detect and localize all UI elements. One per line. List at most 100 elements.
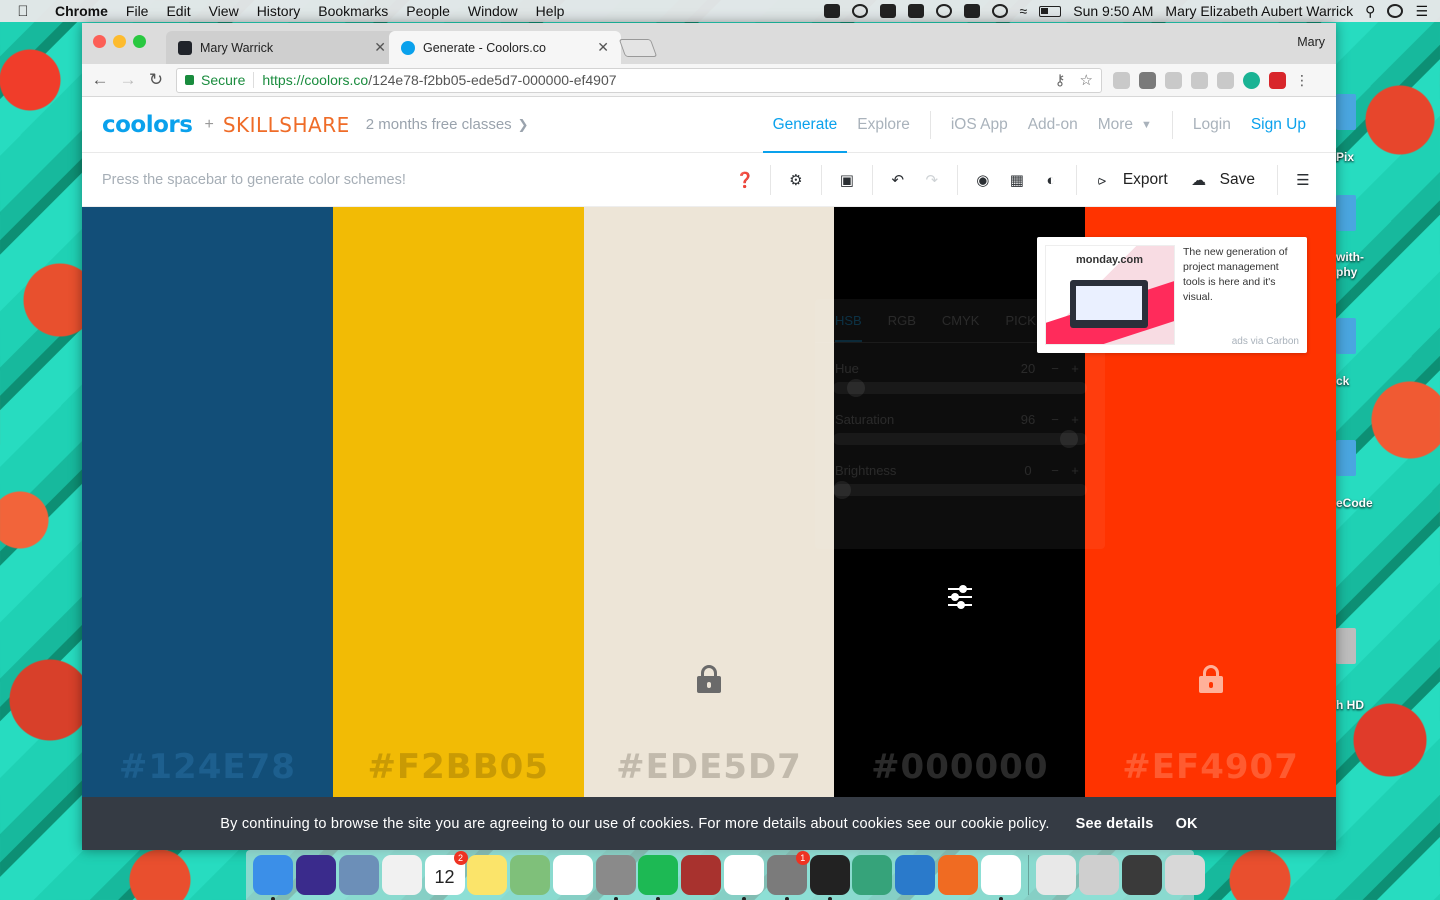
hue-value[interactable]: 20 — [1011, 361, 1045, 376]
nav-sign-up[interactable]: Sign Up — [1241, 97, 1316, 153]
chrome-menu-icon[interactable]: ⋮ — [1295, 72, 1309, 89]
adjust-sliders-icon[interactable] — [946, 583, 974, 611]
carbon-ad[interactable]: monday.com The new generation of project… — [1037, 237, 1307, 353]
dock-terminal-icon[interactable] — [809, 855, 850, 900]
hex-code[interactable]: #124E78 — [82, 747, 333, 787]
dock-system-preferences-icon[interactable]: 1 — [766, 851, 810, 900]
mail-icon[interactable] — [907, 4, 924, 18]
brightness-value[interactable]: 0 — [1011, 463, 1045, 478]
hue-slider[interactable] — [833, 379, 1087, 397]
menu-help[interactable]: Help — [527, 3, 574, 19]
lock-icon[interactable] — [696, 665, 721, 693]
nav-ios-app[interactable]: iOS App — [941, 97, 1018, 153]
reload-icon[interactable]: ↻ — [142, 70, 170, 90]
nav-login[interactable]: Login — [1183, 97, 1241, 153]
dock-calculator-icon[interactable] — [595, 855, 636, 900]
address-bar[interactable]: Secure https://coolors.co /124e78-f2bb05… — [176, 67, 1102, 93]
menu-edit[interactable]: Edit — [157, 3, 199, 19]
extension-icon[interactable] — [1165, 71, 1182, 89]
slider-thumb[interactable] — [1059, 430, 1078, 448]
tab-rgb[interactable]: RGB — [888, 313, 916, 342]
skillshare-logo[interactable]: SKILLSHARE — [223, 113, 350, 137]
star-icon[interactable]: ☆ — [1080, 71, 1093, 89]
export-button[interactable]: Export — [1123, 171, 1168, 189]
dock-desktop-stack-icon[interactable] — [1122, 855, 1163, 895]
close-window-button[interactable] — [93, 35, 106, 48]
evernote-extension-icon[interactable] — [1139, 71, 1156, 89]
dock-notes-icon[interactable] — [467, 855, 508, 895]
momentum-extension-icon[interactable] — [1243, 71, 1260, 89]
tab-mary-warrick[interactable]: Mary Warrick ✕ — [166, 31, 398, 64]
hex-code[interactable]: #F2BB05 — [333, 747, 584, 787]
hamburger-menu-icon[interactable]: ☰ — [1286, 171, 1320, 189]
plus-icon[interactable]: + — [1065, 361, 1085, 376]
desktop-file-icon[interactable] — [1336, 628, 1356, 664]
saturation-slider[interactable] — [833, 430, 1087, 448]
pdf-extension-icon[interactable] — [1269, 71, 1286, 89]
share-icon[interactable]: ⪧ — [1085, 172, 1119, 189]
desktop-file-icon[interactable] — [1336, 195, 1356, 231]
notification-center-icon[interactable]: ☰ — [1415, 3, 1428, 20]
menu-window[interactable]: Window — [459, 3, 527, 19]
plus-icon[interactable]: + — [1065, 412, 1085, 427]
profile-button[interactable]: Mary — [1297, 35, 1325, 49]
coolors-logo[interactable]: coolors — [102, 112, 193, 138]
dock-spotify-icon[interactable] — [638, 855, 679, 900]
grid-icon[interactable]: ▦ — [1000, 171, 1034, 189]
save-button[interactable]: Save — [1220, 171, 1255, 189]
menu-history[interactable]: History — [248, 3, 310, 19]
hex-code[interactable]: #EDE5D7 — [584, 747, 835, 787]
back-icon[interactable]: ← — [86, 70, 114, 90]
desktop-file-icon[interactable] — [1336, 94, 1356, 130]
dock-pages-icon[interactable] — [937, 855, 978, 895]
undo-icon[interactable]: ↶ — [881, 171, 915, 189]
dropbox-icon[interactable] — [823, 4, 840, 18]
dock-maps-icon[interactable] — [510, 855, 551, 895]
dock-textedit-icon[interactable] — [381, 855, 422, 895]
redo-icon[interactable]: ↷ — [915, 171, 949, 189]
hex-code[interactable]: #EF4907 — [1085, 747, 1336, 787]
extension-icon[interactable] — [1217, 71, 1234, 89]
battery-icon[interactable] — [1039, 5, 1062, 17]
dock-calendar-icon[interactable]: 12 2 — [424, 851, 468, 895]
close-tab-icon[interactable]: ✕ — [374, 39, 386, 56]
saturation-value[interactable]: 96 — [1011, 412, 1045, 427]
new-tab-button[interactable] — [618, 39, 658, 57]
menu-people[interactable]: People — [397, 3, 459, 19]
spotlight-icon[interactable]: ⚲ — [1365, 3, 1375, 20]
camera-icon[interactable]: ▣ — [830, 171, 864, 189]
ad-text[interactable]: The new generation of project management… — [1183, 245, 1301, 305]
forward-icon[interactable]: → — [114, 70, 142, 90]
dock-preview-icon[interactable] — [338, 855, 379, 895]
lock-icon[interactable] — [1198, 665, 1223, 693]
brightness-slider[interactable] — [833, 481, 1087, 499]
desktop-file-icon[interactable] — [1336, 318, 1356, 354]
evernote-icon[interactable] — [879, 4, 896, 18]
minimize-window-button[interactable] — [113, 35, 126, 48]
menu-chrome[interactable]: Chrome — [46, 3, 117, 19]
ad-attribution[interactable]: ads via Carbon — [1232, 336, 1299, 347]
skype-icon[interactable] — [935, 4, 952, 18]
color-column-2[interactable]: #F2BB05 — [332, 207, 584, 797]
dock-downloads-icon[interactable] — [1079, 855, 1120, 895]
settings-icon[interactable]: ⚙ — [779, 171, 813, 189]
zoom-window-button[interactable] — [133, 35, 146, 48]
tab-cmyk[interactable]: CMYK — [942, 313, 980, 342]
see-details-link[interactable]: See details — [1076, 816, 1154, 832]
dock-sublime-icon[interactable] — [980, 855, 1021, 900]
menu-view[interactable]: View — [200, 3, 248, 19]
key-icon[interactable]: ⚷ — [1055, 71, 1066, 89]
minus-icon[interactable]: − — [1045, 412, 1065, 427]
clock[interactable]: Sun 9:50 AM — [1073, 3, 1153, 19]
nav-explore[interactable]: Explore — [847, 97, 920, 153]
contrast-icon[interactable]: ◐ — [1034, 172, 1068, 189]
airplay-icon[interactable] — [963, 4, 980, 18]
desktop-file-icon[interactable] — [1336, 440, 1356, 476]
close-tab-icon[interactable]: ✕ — [597, 39, 609, 56]
dock-siri-icon[interactable] — [296, 855, 337, 895]
plus-icon[interactable]: + — [1065, 463, 1085, 478]
dock-photos-icon[interactable] — [552, 855, 593, 895]
promo-link[interactable]: 2 months free classes ❯ — [366, 116, 529, 133]
minus-icon[interactable]: − — [1045, 463, 1065, 478]
dock-trash-icon[interactable] — [1164, 855, 1205, 895]
